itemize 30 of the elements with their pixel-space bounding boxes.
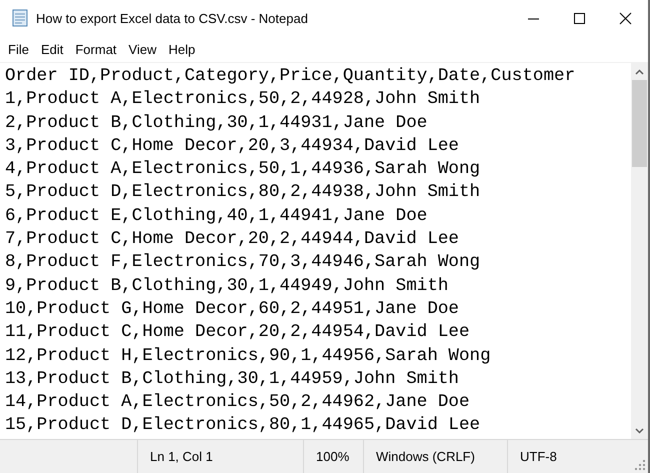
- scroll-thumb[interactable]: [632, 80, 647, 167]
- text-line: 7,Product C,Home Decor,20,2,44944,David Lee: [5, 228, 460, 252]
- text-line: 15,Product D,Electronics,80,1,44965,David Lee: [5, 414, 482, 438]
- text-line: Order ID,Product,Category,Price,Quantity,Date,Customer: [5, 65, 576, 88]
- text-line: 2,Product B,Clothing,30,1,44931,Jane Doe: [5, 112, 428, 135]
- text-line: 1,Product A,Electronics,50,2,44928,John Smith: [5, 88, 482, 112]
- text-line: 10,Product G,Home Decor,60,2,44951,Jane Doe: [5, 298, 460, 321]
- text-line: 5,Product D,Electronics,80,2,44938,John Smith: [5, 181, 482, 204]
- menu-item[interactable]: Format: [69, 42, 123, 56]
- window-title: How to export Excel data to CSV.csv - Notepad: [36, 10, 309, 26]
- status-text: Windows (CRLF): [363, 440, 507, 473]
- status-text: UTF-8: [507, 440, 635, 473]
- menu-item[interactable]: View: [122, 42, 162, 56]
- text-line: 11,Product C,Home Decor,20,2,44954,David Lee: [5, 321, 471, 344]
- menu-item[interactable]: Edit: [34, 42, 70, 56]
- text-line: 9,Product B,Clothing,30,1,44949,John Smith: [5, 274, 450, 298]
- text-line: 12,Product H,Electronics,90,1,44956,Sarah Wong: [5, 344, 492, 368]
- text-line: 8,Product F,Electronics,70,3,44946,Sarah Wong: [5, 251, 482, 274]
- menu-item[interactable]: Help: [162, 42, 202, 56]
- text-line: 4,Product A,Electronics,50,1,44936,Sarah Wong: [5, 158, 482, 182]
- resize-grip-icon[interactable]: [635, 460, 645, 470]
- status-text: Ln 1, Col 1: [137, 440, 303, 473]
- text-line: 6,Product E,Clothing,40,1,44941,Jane Doe: [5, 204, 428, 228]
- status-text: 100%: [303, 440, 363, 473]
- text-line: 14,Product A,Electronics,50,2,44962,Jane Doe: [5, 391, 471, 414]
- notepad-icon: [12, 9, 28, 27]
- text-line: 3,Product C,Home Decor,20,3,44934,David Lee: [5, 134, 460, 158]
- text-line: 13,Product B,Clothing,30,1,44959,John Smith: [5, 368, 460, 391]
- menu-item[interactable]: File: [2, 42, 35, 56]
- scrollbar[interactable]: [631, 63, 648, 439]
